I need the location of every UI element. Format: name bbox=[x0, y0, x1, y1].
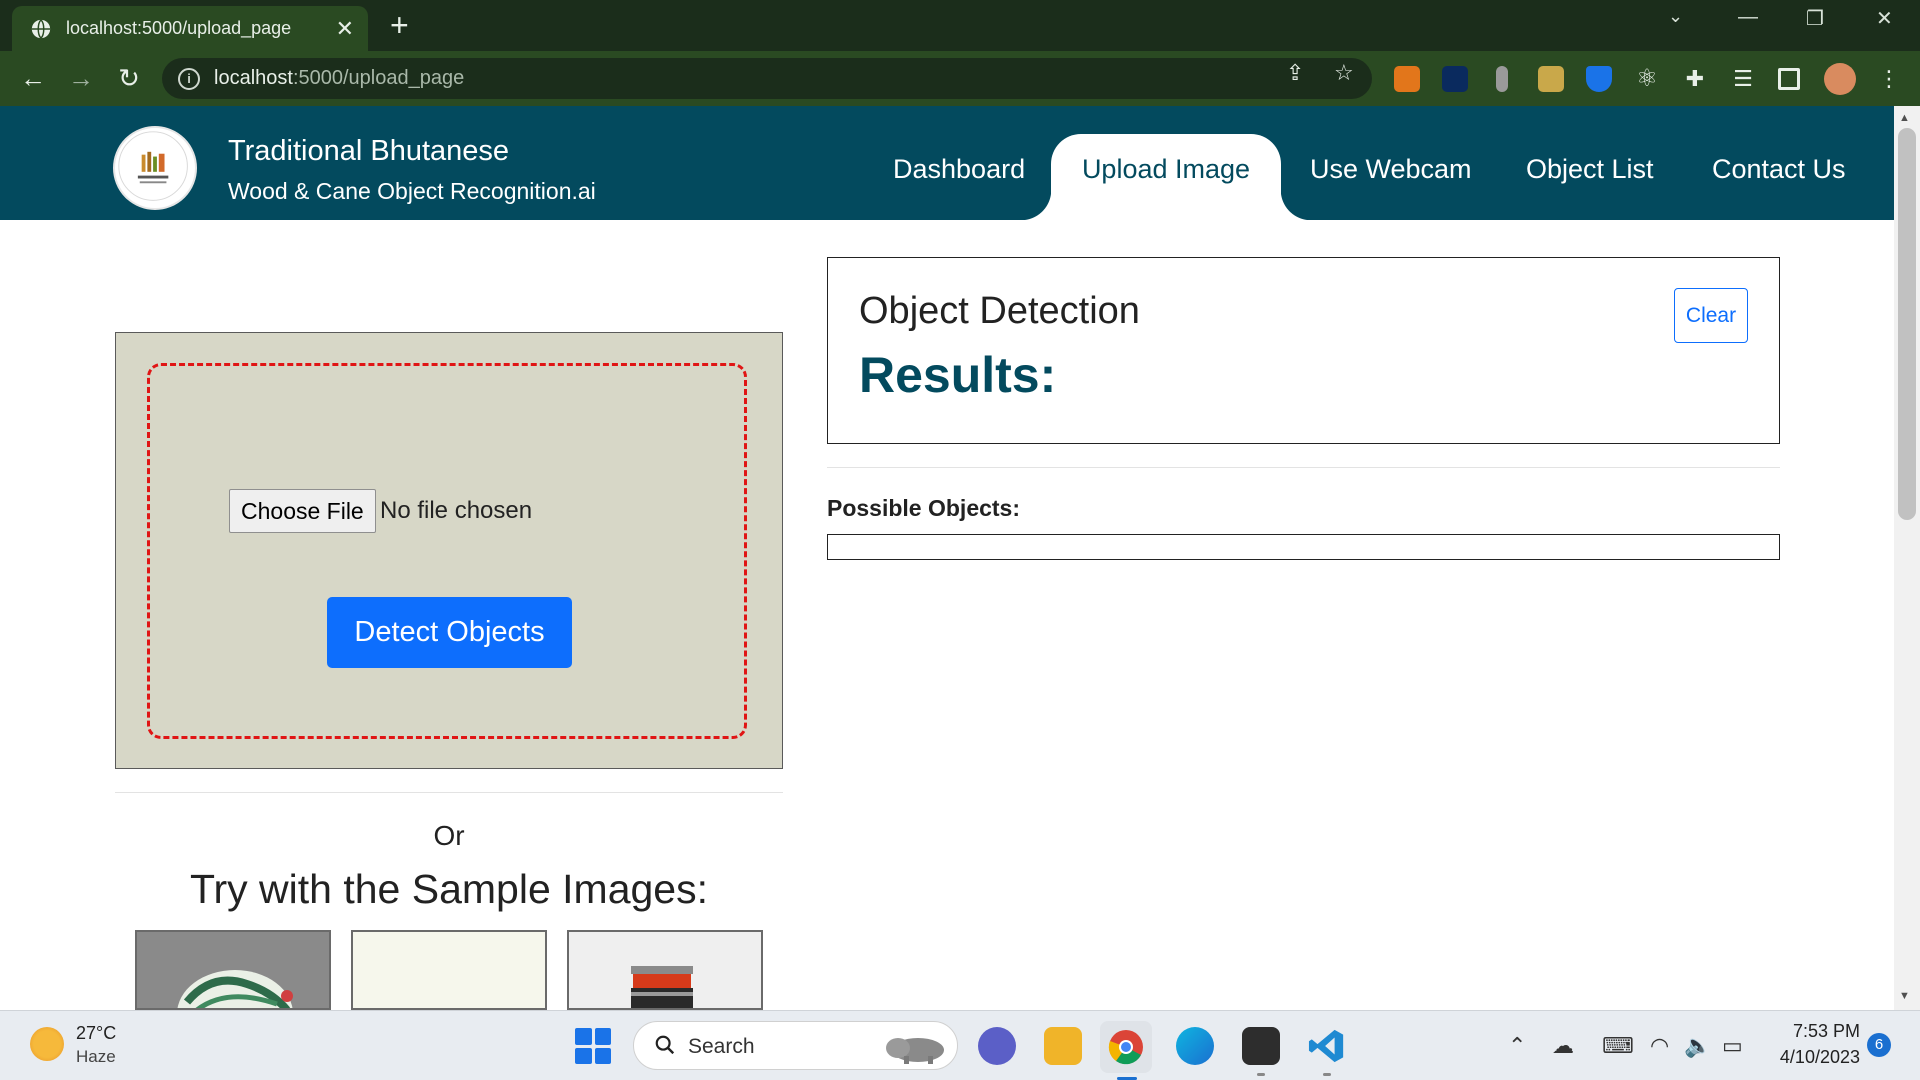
onedrive-icon[interactable]: ☁ bbox=[1552, 1033, 1574, 1059]
results-heading: Results: bbox=[859, 347, 1057, 403]
notification-badge[interactable]: 6 bbox=[1867, 1033, 1891, 1057]
sample-thumbnail bbox=[353, 932, 547, 1010]
keyboard-icon[interactable]: ⌨ bbox=[1602, 1033, 1634, 1059]
taskbar-search[interactable]: Search bbox=[633, 1021, 958, 1070]
globe-icon bbox=[31, 18, 51, 39]
weather-temperature[interactable]: 27°C bbox=[76, 1023, 116, 1044]
scroll-down-icon[interactable]: ▼ bbox=[1899, 990, 1910, 1002]
clock-date[interactable]: 4/10/2023 bbox=[1760, 1047, 1860, 1068]
clock-time[interactable]: 7:53 PM bbox=[1780, 1021, 1860, 1042]
windows-start-icon[interactable] bbox=[575, 1028, 611, 1064]
site-navbar: Traditional Bhutanese Wood & Cane Object… bbox=[0, 106, 1894, 220]
results-card: Object Detection Results: Clear bbox=[827, 257, 1780, 444]
sample-image-2[interactable] bbox=[351, 930, 547, 1010]
wifi-icon[interactable]: ◠ bbox=[1650, 1033, 1669, 1059]
nav-dashboard[interactable]: Dashboard bbox=[893, 154, 1025, 185]
vscode-logo-icon bbox=[1308, 1029, 1344, 1063]
nav-contact-us[interactable]: Contact Us bbox=[1712, 154, 1846, 185]
edge-icon[interactable] bbox=[1176, 1027, 1214, 1065]
weather-condition[interactable]: Haze bbox=[76, 1047, 116, 1067]
detect-objects-button[interactable]: Detect Objects bbox=[327, 597, 572, 668]
reload-icon[interactable]: ↻ bbox=[114, 63, 144, 93]
weather-haze-icon[interactable] bbox=[30, 1027, 64, 1061]
battery-icon[interactable]: ▭ bbox=[1722, 1033, 1743, 1059]
minimize-icon[interactable]: — bbox=[1738, 6, 1758, 29]
menu-kebab-icon[interactable]: ⋮ bbox=[1876, 66, 1902, 92]
scrollbar-thumb[interactable] bbox=[1898, 128, 1916, 520]
nav-object-list[interactable]: Object List bbox=[1526, 154, 1654, 185]
extension-icon[interactable] bbox=[1496, 66, 1508, 92]
brand-title: Traditional Bhutanese bbox=[228, 135, 510, 167]
divider bbox=[827, 467, 1780, 468]
address-bar[interactable]: i localhost:5000/upload_page bbox=[162, 58, 1372, 99]
shield-icon[interactable] bbox=[1586, 66, 1612, 92]
logo-emblem-icon bbox=[118, 131, 188, 201]
search-highlight-icon bbox=[886, 1038, 944, 1064]
sample-images-heading: Try with the Sample Images: bbox=[189, 866, 708, 912]
share-icon[interactable]: ⇪ bbox=[1286, 60, 1304, 86]
chrome-app-tile[interactable] bbox=[1100, 1021, 1152, 1073]
sample-thumbnail bbox=[177, 970, 293, 1008]
reading-list-icon[interactable]: ☰ bbox=[1730, 66, 1756, 92]
drop-zone[interactable]: Choose File No file chosen Detect Object… bbox=[147, 363, 747, 739]
back-icon[interactable]: ← bbox=[18, 63, 48, 93]
clear-button[interactable]: Clear bbox=[1674, 288, 1748, 343]
search-placeholder: Search bbox=[688, 1035, 755, 1058]
site-info-icon[interactable]: i bbox=[178, 67, 200, 90]
browser-tab-strip: localhost:5000/upload_page ✕ + ⌄ — ❐ ✕ bbox=[0, 0, 1920, 51]
brand-subtitle: Wood & Cane Object Recognition.ai bbox=[228, 178, 596, 204]
profile-avatar-icon[interactable] bbox=[1824, 63, 1856, 95]
show-hidden-icons-icon[interactable]: ⌃ bbox=[1508, 1033, 1526, 1059]
tab-title: localhost:5000/upload_page bbox=[66, 18, 292, 38]
new-tab-icon[interactable]: + bbox=[390, 8, 409, 42]
site-logo[interactable] bbox=[113, 126, 197, 210]
close-tab-icon[interactable]: ✕ bbox=[336, 16, 354, 42]
search-icon bbox=[655, 1035, 675, 1055]
browser-tab[interactable]: localhost:5000/upload_page ✕ bbox=[12, 6, 368, 51]
nav-use-webcam[interactable]: Use Webcam bbox=[1310, 154, 1472, 185]
nav-upload-image-label: Upload Image bbox=[1081, 154, 1251, 184]
side-panel-icon[interactable] bbox=[1778, 68, 1800, 90]
close-window-icon[interactable]: ✕ bbox=[1876, 6, 1893, 31]
file-status-text: No file chosen bbox=[380, 497, 533, 524]
metamask-icon[interactable] bbox=[1394, 66, 1420, 92]
teams-chat-icon[interactable] bbox=[978, 1027, 1016, 1065]
vscode-icon[interactable] bbox=[1308, 1027, 1346, 1065]
bookmark-star-icon[interactable]: ☆ bbox=[1334, 60, 1354, 86]
choose-file-button[interactable]: Choose File bbox=[229, 489, 376, 533]
nav-upload-image[interactable]: Upload Image bbox=[1021, 134, 1311, 220]
tab-search-icon[interactable]: ⌄ bbox=[1668, 6, 1683, 27]
volume-icon[interactable]: 🔈 bbox=[1684, 1033, 1711, 1059]
url-text: localhost:5000/upload_page bbox=[214, 67, 465, 89]
windows-taskbar: 27°C Haze Search ⌃ ☁ ⌨ ◠ 🔈 ▭ 7:53 PM 4/1… bbox=[0, 1010, 1920, 1080]
sample-thumbnail bbox=[631, 966, 693, 1008]
terminal-icon[interactable] bbox=[1242, 1027, 1280, 1065]
possible-objects-label: Possible Objects: bbox=[827, 495, 1021, 521]
divider bbox=[115, 792, 783, 793]
running-app-indicator bbox=[1323, 1073, 1331, 1076]
forward-icon[interactable]: → bbox=[66, 63, 96, 93]
extension-icon[interactable] bbox=[1442, 66, 1468, 92]
extensions-puzzle-icon[interactable]: ✚ bbox=[1682, 66, 1708, 92]
possible-objects-list bbox=[827, 534, 1780, 560]
restore-icon[interactable]: ❐ bbox=[1806, 6, 1824, 31]
chrome-icon bbox=[1108, 1030, 1143, 1065]
sample-image-1[interactable] bbox=[135, 930, 331, 1010]
upload-panel: Choose File No file chosen Detect Object… bbox=[115, 332, 783, 769]
running-app-indicator bbox=[1257, 1073, 1265, 1076]
or-text: Or bbox=[433, 820, 465, 851]
browser-toolbar: ← → ↻ i localhost:5000/upload_page ⇪ ☆ bbox=[0, 51, 1920, 106]
react-icon[interactable]: ⚛ bbox=[1634, 66, 1660, 92]
scroll-up-icon[interactable]: ▲ bbox=[1899, 112, 1910, 124]
sample-image-3[interactable] bbox=[567, 930, 763, 1010]
file-explorer-icon[interactable] bbox=[1044, 1027, 1082, 1065]
object-detection-title: Object Detection bbox=[859, 290, 1140, 332]
extension-icon[interactable] bbox=[1538, 66, 1564, 92]
